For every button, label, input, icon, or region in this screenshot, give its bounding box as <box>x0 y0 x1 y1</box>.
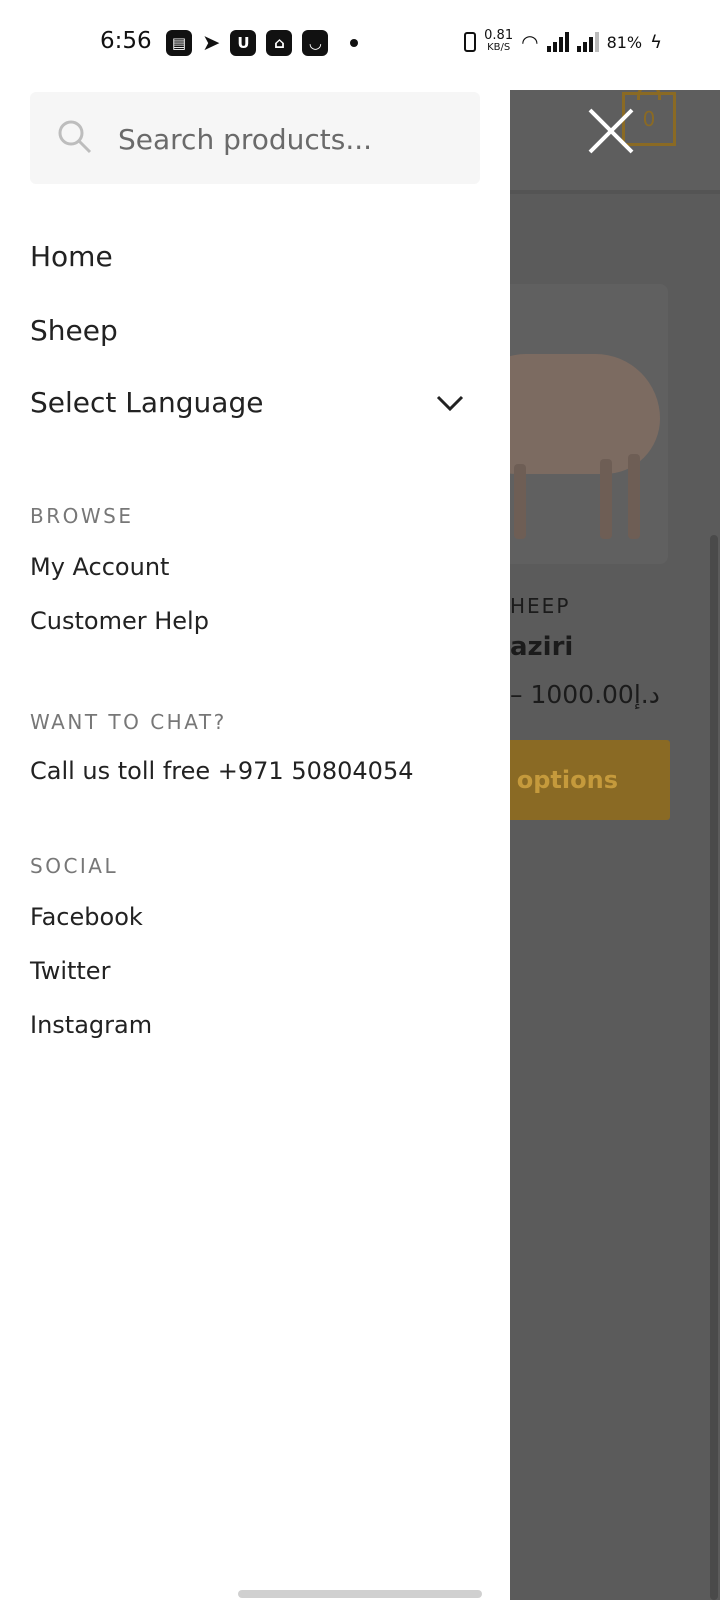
cart-count: 0 <box>642 107 656 131</box>
status-bar: 6:56 ▤ ➤ U ⌂ ◡ 0.81 KB/S ◠ 81% ϟ <box>0 0 720 90</box>
product-image <box>510 284 668 564</box>
close-icon[interactable] <box>586 106 636 156</box>
sheep-leg <box>600 459 612 539</box>
link-twitter[interactable]: Twitter <box>30 957 110 985</box>
notification-dot-icon <box>350 39 359 47</box>
link-my-account[interactable]: My Account <box>30 553 169 581</box>
product-category: HEEP <box>510 594 571 618</box>
speed-unit: KB/S <box>487 42 511 53</box>
system-icons: 0.81 KB/S ◠ 81% ϟ <box>464 28 662 54</box>
link-instagram[interactable]: Instagram <box>30 1011 152 1039</box>
vibrate-icon <box>464 32 477 52</box>
link-facebook[interactable]: Facebook <box>30 903 143 931</box>
notification-icons: ▤ ➤ U ⌂ ◡ <box>166 30 359 56</box>
mosque-app-icon: ⌂ <box>266 30 293 56</box>
charging-icon: ϟ <box>650 31 662 53</box>
home-indicator[interactable] <box>238 1590 482 1598</box>
section-heading-chat: WANT TO CHAT? <box>30 710 227 734</box>
network-speed: 0.81 KB/S <box>484 28 514 54</box>
u-app-icon: U <box>230 30 257 56</box>
scrollbar <box>710 535 718 1600</box>
section-heading-browse: BROWSE <box>30 504 134 528</box>
menu-item-home[interactable]: Home <box>30 240 113 273</box>
link-call-toll-free[interactable]: Call us toll free +971 50804054 <box>30 757 413 785</box>
smile-app-icon: ◡ <box>302 30 329 56</box>
sheep-leg <box>514 464 526 539</box>
section-heading-social: SOCIAL <box>30 854 119 878</box>
news-icon: ▤ <box>166 30 192 56</box>
speed-value: 0.81 <box>484 28 514 43</box>
product-price: – 1000.00د.إ <box>510 680 660 709</box>
side-drawer: Home Sheep Select Language BROWSE My Acc… <box>0 0 510 1600</box>
battery-level: 81% <box>606 32 643 52</box>
sheep-leg <box>628 454 640 539</box>
chevron-down-icon[interactable] <box>436 392 464 414</box>
wifi-icon: ◠ <box>521 30 539 54</box>
signal-icon <box>546 32 569 52</box>
link-customer-help[interactable]: Customer Help <box>30 607 209 635</box>
search-icon <box>58 120 92 154</box>
background-page: 0 HEEP aziri – 1000.00د.إ t options <box>510 50 720 1600</box>
status-time: 6:56 <box>100 28 152 54</box>
telegram-icon: ➤ <box>202 30 221 56</box>
signal-icon <box>576 32 599 52</box>
menu-item-sheep[interactable]: Sheep <box>30 314 118 347</box>
select-options-button: t options <box>510 740 670 820</box>
product-name: aziri <box>510 632 574 662</box>
search-input[interactable] <box>116 110 460 168</box>
language-select[interactable]: Select Language <box>30 386 470 432</box>
search-box[interactable] <box>30 92 480 184</box>
language-label: Select Language <box>30 386 264 419</box>
